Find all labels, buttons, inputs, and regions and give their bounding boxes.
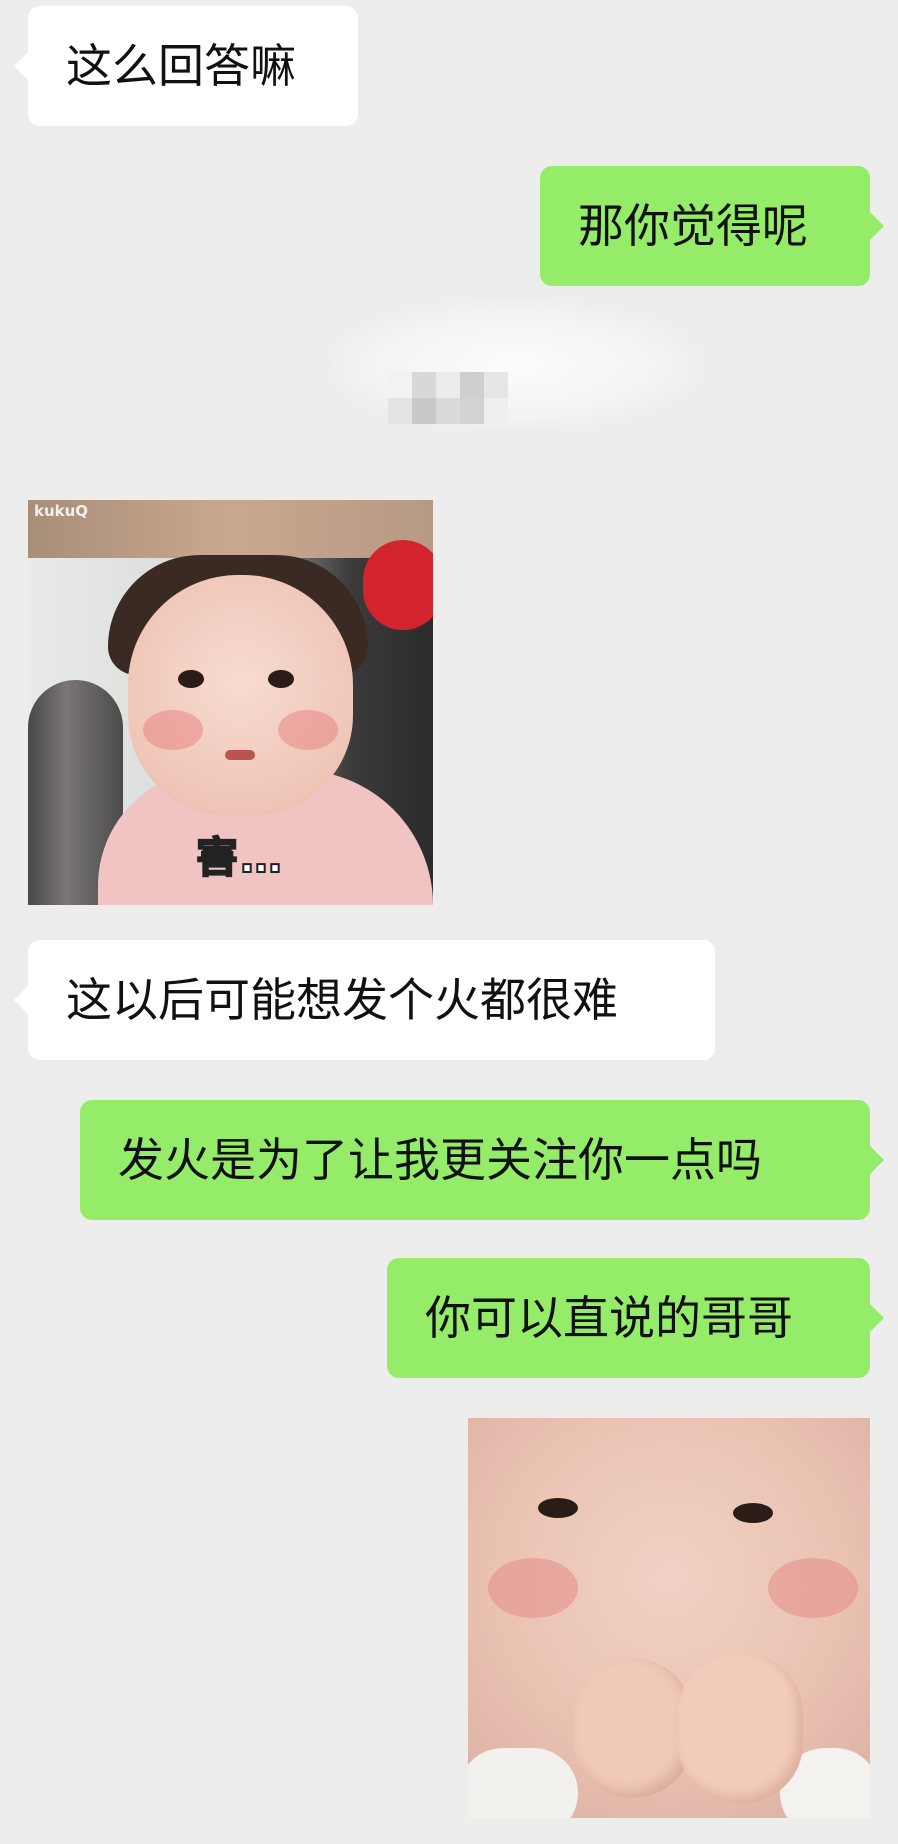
message-outgoing[interactable]: 发火是为了让我更关注你一点吗 — [80, 1100, 884, 1220]
sticker-caption: 害… — [195, 832, 285, 883]
toddler-face — [128, 575, 353, 815]
message-outgoing[interactable]: 你可以直说的哥哥 — [387, 1258, 884, 1378]
sticker-logo: kukuQ — [34, 502, 89, 520]
message-text: 你可以直说的哥哥 — [425, 1291, 793, 1345]
message-incoming[interactable]: 这以后可能想发个火都很难 — [14, 940, 715, 1060]
message-text: 这么回答嘛 — [66, 39, 296, 93]
sticker-baby[interactable] — [468, 1418, 870, 1818]
message-outgoing[interactable]: 那你觉得呢 — [540, 166, 884, 286]
message-text: 那你觉得呢 — [578, 199, 808, 253]
baby-fist-left — [573, 1658, 693, 1798]
message-text: 发火是为了让我更关注你一点吗 — [118, 1133, 762, 1187]
mosaic-censor — [388, 372, 508, 424]
baby-fist-right — [678, 1653, 803, 1803]
message-incoming[interactable]: 这么回答嘛 — [14, 6, 358, 126]
blurred-timestamp — [330, 300, 700, 430]
sticker-toddler[interactable]: kukuQ 害… — [28, 500, 433, 905]
chat-window: 这么回答嘛 那你觉得呢 kukuQ 害… 这以后可能想发个火都很难 发火是为了让… — [0, 0, 898, 1844]
message-text: 这以后可能想发个火都很难 — [66, 973, 618, 1027]
